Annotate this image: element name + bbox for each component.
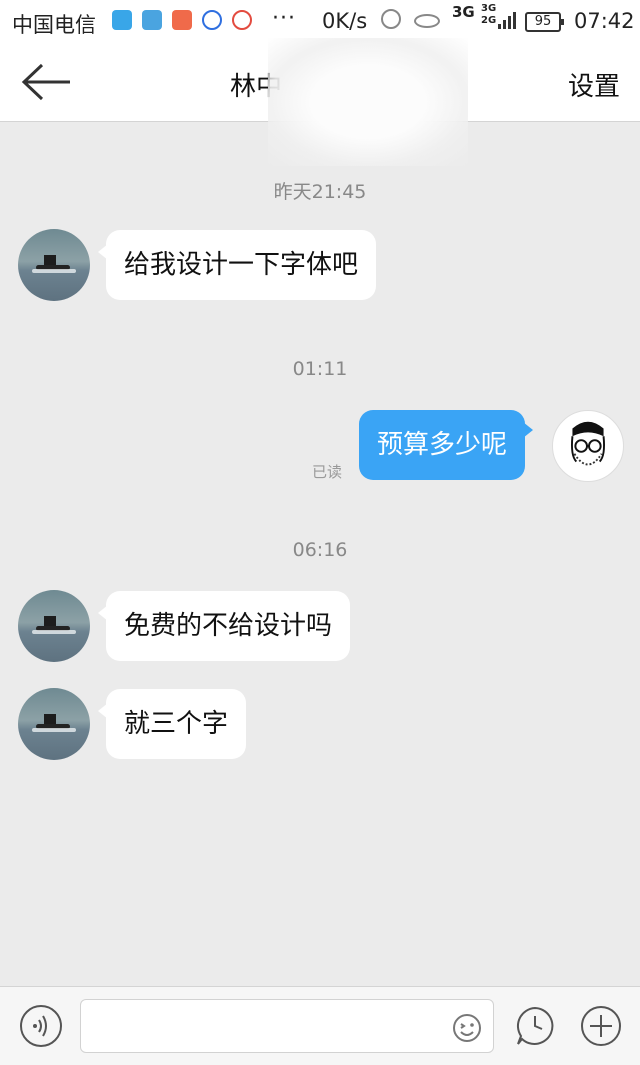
- more-actions-button[interactable]: [580, 1005, 622, 1047]
- baidu-paw-icon: [202, 10, 222, 30]
- portrait-avatar-icon: [570, 421, 606, 466]
- alarm-icon: [381, 9, 401, 29]
- network-speed: 0K/s: [322, 9, 368, 33]
- notification-icons: [112, 10, 252, 30]
- redaction-smudge: [268, 38, 468, 166]
- settings-button[interactable]: 设置: [568, 66, 620, 103]
- message-bubble-received[interactable]: 给我设计一下字体吧: [97, 230, 377, 300]
- message-input[interactable]: [80, 999, 494, 1053]
- more-notifications-indicator: ···: [272, 6, 296, 31]
- message-bubble-received[interactable]: 就三个字: [97, 689, 247, 759]
- signal-icon: [498, 12, 516, 29]
- message-bubble-sent[interactable]: 预算多少呢: [359, 410, 534, 480]
- message-timestamp: 06:16: [292, 539, 348, 561]
- contact-avatar[interactable]: [18, 229, 90, 301]
- battery-icon: 95: [525, 12, 564, 32]
- health-app-icon: [142, 10, 162, 30]
- network-type-secondary: 3G 2G: [481, 3, 497, 26]
- emoji-button[interactable]: [452, 1013, 482, 1043]
- clock-bubble-icon: [516, 1006, 554, 1045]
- back-button[interactable]: [18, 62, 74, 102]
- app-notification-icon: [172, 10, 192, 30]
- message-timestamp: 01:11: [292, 358, 348, 380]
- battery-level: 95: [534, 14, 552, 29]
- app-notification-icon: [112, 10, 132, 30]
- voice-input-button[interactable]: [20, 1005, 62, 1047]
- my-avatar[interactable]: [552, 410, 624, 482]
- emoji-icon: [453, 1014, 481, 1042]
- eye-comfort-icon: [414, 14, 440, 28]
- history-button[interactable]: [514, 1005, 556, 1047]
- chat-header: 林中 设置: [0, 38, 640, 166]
- contact-avatar[interactable]: [18, 590, 90, 662]
- read-receipt: 已读: [312, 463, 343, 481]
- clock: 07:42: [574, 9, 635, 33]
- message-bubble-received[interactable]: 免费的不给设计吗: [97, 591, 351, 661]
- message-timestamp: 昨天21:45: [273, 181, 367, 203]
- back-arrow-icon: [21, 63, 70, 101]
- contact-avatar[interactable]: [18, 688, 90, 760]
- network-type: 3G: [452, 3, 475, 21]
- weibo-icon: [232, 10, 252, 30]
- plus-icon: [581, 1006, 621, 1046]
- voice-icon: [33, 1015, 47, 1037]
- carrier-label: 中国电信: [12, 13, 96, 37]
- input-bar: [0, 986, 640, 1065]
